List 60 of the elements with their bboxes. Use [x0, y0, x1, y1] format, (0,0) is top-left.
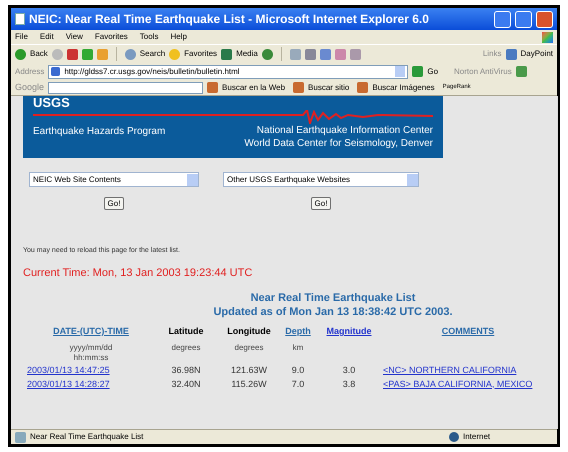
- menu-item[interactable]: Favorites: [94, 31, 128, 43]
- site-select[interactable]: NEIC Web Site Contents: [29, 172, 199, 187]
- menu-item[interactable]: Edit: [40, 31, 54, 43]
- scrollbar[interactable]: [557, 96, 558, 429]
- column-header[interactable]: COMMENTS: [442, 325, 494, 338]
- links-item[interactable]: DayPoint: [520, 48, 553, 60]
- column-header[interactable]: Magnitude: [326, 325, 372, 338]
- menu-item[interactable]: Help: [170, 31, 187, 43]
- column-unit: yyyy/mm/dd hh:mm:ss: [68, 342, 114, 362]
- norton-label: Norton AntiVirus: [454, 66, 512, 78]
- program-name: Earthquake Hazards Program: [33, 125, 166, 139]
- google-search-field[interactable]: [48, 82, 204, 94]
- google-toolbar-button[interactable]: Buscar en la Web: [222, 82, 286, 94]
- table-cell-text: 3.0: [342, 364, 356, 376]
- menu-item[interactable]: File: [15, 31, 28, 43]
- zone-label: Internet: [463, 431, 492, 443]
- comment-link[interactable]: <NC> NORTHERN CALIFORNIA: [383, 362, 516, 376]
- site-select[interactable]: Other USGS Earthquake Websites: [223, 172, 419, 187]
- go-button[interactable]: Go: [427, 66, 438, 78]
- date-link[interactable]: 2003/01/13 14:28:27: [27, 376, 155, 390]
- table-cell-text: 36.98N: [170, 364, 202, 376]
- table-cell-text: 121.63W: [230, 364, 268, 376]
- column-unit: degrees: [234, 342, 264, 352]
- table-cell-text: 3.8: [342, 378, 356, 390]
- comment-link[interactable]: <PAS> BAJA CALIFORNIA, MEXICO: [383, 376, 532, 390]
- center-name: World Data Center for Seismology, Denver: [244, 137, 433, 150]
- maximize-button[interactable]: [515, 10, 532, 28]
- updated-time: Updated as of Mon Jan 13 18:38:42 UTC 2003.: [213, 305, 453, 319]
- column-header[interactable]: DATE-(UTC)-TIME: [53, 325, 129, 338]
- table-cell-text: 32.40N: [170, 378, 202, 390]
- status-text: Near Real Time Earthquake List: [30, 431, 144, 443]
- column-header: Longitude: [227, 325, 271, 338]
- table-cell-text: 9.0: [290, 364, 306, 376]
- menu-item[interactable]: Tools: [140, 31, 158, 43]
- go-button[interactable]: Go!: [310, 197, 332, 210]
- date-link[interactable]: 2003/01/13 14:47:25: [27, 362, 155, 376]
- column-header: Latitude: [168, 325, 204, 338]
- window-title: NEIC: Near Real Time Earthquake List - Microsoft Internet Explorer 6.0: [29, 11, 430, 28]
- menu-item[interactable]: View: [66, 31, 83, 43]
- table-cell-text: 115.26W: [230, 378, 268, 390]
- media-button[interactable]: Media: [236, 48, 258, 60]
- address-field[interactable]: http://gldss7.cr.usgs.gov/neis/bulletin/bulletin.html: [48, 64, 408, 78]
- address-label: Address: [15, 66, 44, 78]
- google-toolbar-button[interactable]: Buscar sitio: [308, 82, 350, 94]
- google-toolbar-button[interactable]: Buscar Imágenes: [372, 82, 435, 94]
- column-unit: km: [292, 342, 304, 352]
- list-title: Near Real Time Earthquake List: [250, 291, 416, 305]
- search-button[interactable]: Search: [140, 48, 166, 60]
- column-header[interactable]: Depth: [285, 325, 311, 338]
- column-unit: degrees: [170, 342, 202, 352]
- back-button[interactable]: Back: [30, 48, 48, 60]
- favorites-button[interactable]: Favorites: [184, 48, 218, 60]
- current-time: Current Time: Mon, 13 Jan 2003 19:23:44 UTC: [23, 266, 254, 280]
- table-cell-text: 7.0: [290, 378, 306, 390]
- center-name: National Earthquake Information Center: [256, 124, 433, 137]
- links-label: Links: [482, 48, 502, 60]
- usgs-logo: USGS: [33, 96, 71, 110]
- go-button[interactable]: Go!: [104, 197, 124, 210]
- close-button[interactable]: [536, 10, 553, 28]
- minimize-button[interactable]: [494, 10, 511, 28]
